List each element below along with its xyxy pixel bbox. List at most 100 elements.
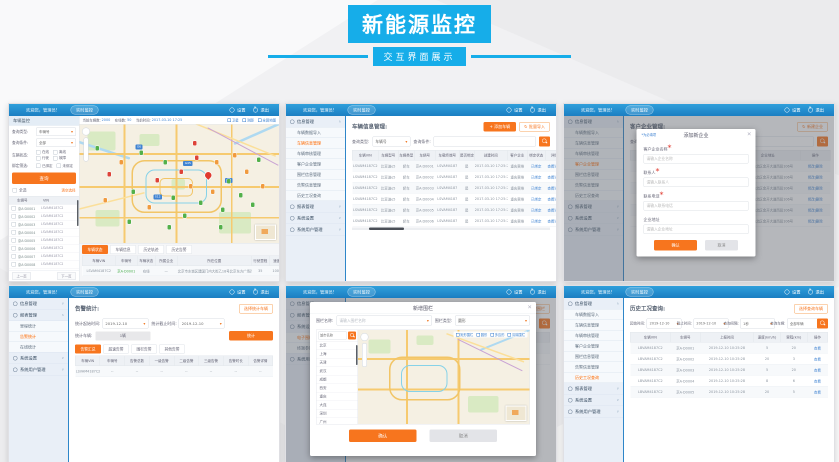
map-overview-thumbnail[interactable] (255, 225, 276, 241)
vehicle-list-row[interactable]: 京A·D0006 LSVAM4187C2 (9, 245, 79, 253)
prev-page-button[interactable]: 上一页 (12, 272, 31, 280)
close-icon[interactable]: × (747, 131, 752, 138)
map-zoom-control[interactable] (84, 138, 89, 162)
checkbox[interactable] (12, 206, 17, 211)
status-checkbox-option[interactable]: 故障 (53, 156, 66, 161)
query-button[interactable]: 查询 (12, 173, 76, 185)
logout-label[interactable]: 退出 (537, 289, 546, 295)
vehicle-marker[interactable] (95, 146, 99, 151)
stat-tab[interactable]: 其他告警 (159, 345, 185, 354)
confirm-button[interactable]: 确认 (654, 240, 697, 251)
sidebar-item[interactable]: 系统用户管理 ∨ (286, 224, 345, 236)
city-list-item[interactable]: 天津 (317, 359, 358, 368)
realtime-monitor-button[interactable]: 实时监控 (70, 288, 98, 297)
checkbox[interactable] (36, 150, 41, 155)
sidebar-item[interactable]: 告警信息管理 (564, 362, 623, 373)
vehicle-marker[interactable] (139, 151, 143, 156)
vehicle-marker[interactable] (261, 184, 265, 189)
checkbox[interactable] (12, 238, 17, 243)
realtime-monitor-button[interactable]: 实时监控 (70, 106, 98, 115)
search-button[interactable] (539, 137, 550, 147)
fence-draw-tool[interactable]: 多边形 (490, 332, 504, 337)
city-list-item[interactable]: 北京 (317, 342, 358, 351)
batch-import-button[interactable]: 批量导入 (519, 122, 550, 132)
sidebar-item[interactable]: 历史工况查询 (286, 191, 345, 202)
power-icon[interactable] (253, 108, 258, 113)
sidebar-item[interactable]: 车辆审核管理 (286, 149, 345, 160)
power-icon[interactable] (530, 290, 535, 295)
vehicle-marker[interactable] (245, 170, 249, 175)
fence-name-input[interactable]: 请输入围栏名称 (336, 316, 431, 326)
city-list-item[interactable]: 武汉 (317, 367, 358, 376)
search-input[interactable] (434, 137, 536, 147)
sidebar-item[interactable]: 车辆信息管理 (564, 320, 623, 331)
settings-label[interactable]: 设置 (237, 289, 246, 295)
query-cond-select[interactable]: 全部 (36, 139, 76, 148)
gear-icon[interactable] (229, 290, 234, 295)
vehicle-marker[interactable] (233, 153, 237, 158)
vehicle-marker[interactable] (199, 200, 203, 205)
gear-icon[interactable] (784, 108, 789, 113)
gear-icon[interactable] (506, 108, 511, 113)
vehicle-marker[interactable] (167, 225, 171, 230)
city-list-item[interactable]: 广州 (317, 418, 358, 424)
settings-label[interactable]: 设置 (792, 289, 801, 295)
bind-checkbox-option[interactable]: 未绑定 (57, 163, 74, 168)
checkbox[interactable] (12, 230, 17, 235)
vehicle-marker[interactable] (227, 179, 231, 184)
city-search-button[interactable] (348, 332, 356, 340)
search-button[interactable] (817, 319, 828, 329)
sidebar-item[interactable]: 信息管理 ∨ (9, 298, 68, 310)
settings-label[interactable]: 设置 (514, 107, 523, 113)
fence-draw-tool[interactable]: 矩形围栏 (456, 332, 474, 337)
power-icon[interactable] (530, 108, 535, 113)
field-input[interactable] (644, 154, 749, 164)
bottom-tab[interactable]: 车辆信息 (110, 245, 136, 254)
power-icon[interactable] (808, 108, 813, 113)
vehicle-marker[interactable] (195, 155, 199, 160)
field-input[interactable] (644, 225, 749, 235)
map-overview-thumbnail[interactable] (506, 406, 527, 422)
sidebar-item[interactable]: 车辆信息管理 (286, 138, 345, 149)
vehicle-marker[interactable] (127, 219, 131, 224)
vehicle-marker[interactable] (179, 170, 183, 175)
vehicle-list-row[interactable]: 京A·D0001 LSVAM4187C2 (9, 205, 79, 213)
checkbox[interactable] (53, 156, 58, 161)
vehicle-marker[interactable] (251, 203, 255, 208)
map-compass[interactable] (82, 128, 90, 136)
sidebar-item[interactable]: 系统设置 ∨ (9, 353, 68, 365)
vehicle-marker[interactable] (221, 207, 225, 212)
date-select[interactable]: 2019-12-10 (179, 319, 225, 329)
sidebar-item[interactable]: 系统用户管理 ∨ (564, 406, 623, 418)
vehicle-marker[interactable] (119, 160, 123, 165)
sidebar-item[interactable]: 客户企业管理 (286, 159, 345, 170)
bottom-tab[interactable]: 历史告警 (166, 245, 192, 254)
vehicle-list-row[interactable]: 京A·D0002 LSVAM4187C2 (9, 213, 79, 221)
sidebar-item[interactable]: 车辆数据导入 (564, 310, 623, 321)
logout-label[interactable]: 退出 (537, 107, 546, 113)
bottom-tab[interactable]: 车辆状态 (82, 245, 108, 254)
query-type-select[interactable]: 车辆号 (372, 137, 410, 147)
fence-draw-tool[interactable]: 清除围栏 (508, 332, 526, 337)
select-vehicles-button[interactable]: 选择查询车辆 (794, 304, 828, 314)
checkbox[interactable] (36, 156, 41, 161)
cancel-button[interactable]: 取消 (705, 240, 738, 251)
bottom-tab[interactable]: 历史轨迹 (138, 245, 164, 254)
sidebar-item[interactable]: 告警统计 (9, 332, 68, 343)
stat-tab[interactable]: 围栏告警 (131, 345, 157, 354)
logout-label[interactable]: 退出 (260, 289, 269, 295)
cancel-button[interactable]: 取消 (430, 430, 498, 443)
settings-label[interactable]: 设置 (514, 289, 523, 295)
checkbox[interactable] (12, 262, 17, 267)
stat-tab[interactable]: 告警汇总 (75, 345, 101, 354)
add-vehicle-button[interactable]: + 添加车辆 (484, 122, 517, 132)
vehicle-marker[interactable] (211, 190, 215, 195)
city-list-item[interactable]: 大连 (317, 401, 358, 410)
fence-draw-tool[interactable]: 圆形 (476, 332, 487, 337)
stat-tab[interactable]: 超速告警 (103, 345, 129, 354)
checkbox[interactable] (12, 254, 17, 259)
city-list-item[interactable]: 西安 (317, 384, 358, 393)
clear-selection-link[interactable]: 清空选择 (62, 188, 76, 193)
field-input[interactable] (644, 201, 749, 211)
logout-label[interactable]: 退出 (815, 107, 824, 113)
